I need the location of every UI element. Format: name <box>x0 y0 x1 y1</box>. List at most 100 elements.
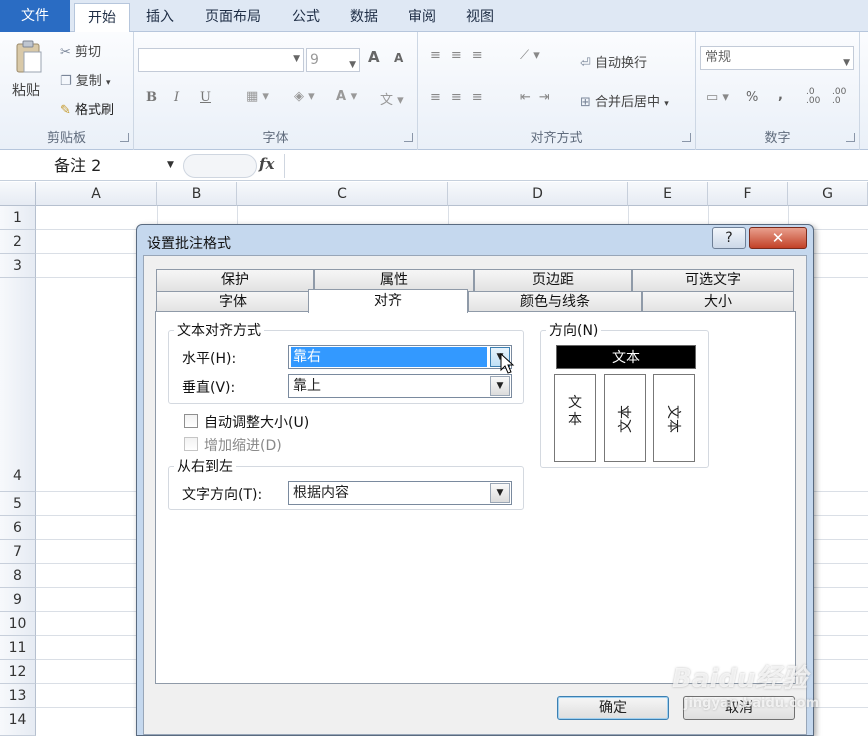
dialog-launcher-icon[interactable] <box>682 133 691 142</box>
shrink-font-button[interactable]: A <box>394 51 403 65</box>
ok-button[interactable]: 确定 <box>557 696 669 720</box>
dialog-launcher-icon[interactable] <box>120 133 129 142</box>
close-button[interactable]: ✕ <box>749 227 807 249</box>
name-box[interactable]: 备注 2 <box>0 154 180 178</box>
formula-input[interactable] <box>284 154 868 178</box>
tab-font[interactable]: 字体 <box>156 291 310 312</box>
tab-alignment[interactable]: 对齐 <box>308 289 468 313</box>
font-size-combo[interactable]: 9 ▼ <box>306 48 360 72</box>
font-name-combo[interactable]: ▼ <box>138 48 304 72</box>
row-header[interactable]: 14 <box>0 708 36 736</box>
column-header[interactable]: G <box>788 182 868 206</box>
tab-view[interactable]: 视图 <box>456 3 504 32</box>
add-indent-checkbox[interactable] <box>184 437 198 451</box>
row-header[interactable]: 4 <box>0 278 36 492</box>
orientation-icon[interactable]: ⟋ ▾ <box>520 48 540 63</box>
font-color-icon[interactable]: A ▾ <box>336 89 357 104</box>
text-alignment-legend: 文本对齐方式 <box>174 320 264 340</box>
row-header[interactable]: 12 <box>0 660 36 684</box>
paste-icon[interactable] <box>14 40 44 74</box>
underline-button[interactable]: U <box>200 90 211 105</box>
dialog-launcher-icon[interactable] <box>404 133 413 142</box>
row-header[interactable]: 6 <box>0 516 36 540</box>
tab-review[interactable]: 审阅 <box>398 3 446 32</box>
wrap-text-button[interactable]: ⏎ 自动换行 <box>580 52 647 71</box>
format-painter-button[interactable]: ✎ 格式刷 <box>60 99 114 118</box>
column-header[interactable]: B <box>157 182 237 206</box>
chevron-down-icon[interactable]: ▼ <box>490 483 510 503</box>
insert-function-button[interactable]: fx <box>259 155 274 173</box>
horizontal-align-icons[interactable]: ≡≡≡ <box>430 90 493 105</box>
tab-protection[interactable]: 保护 <box>156 269 314 291</box>
grow-font-button[interactable]: A <box>368 48 380 66</box>
number-format-combo[interactable]: 常规 ▼ <box>700 46 854 70</box>
orientation-rotate-down-text: 文本 <box>665 405 681 433</box>
vertical-align-icons[interactable]: ≡≡≡ <box>430 48 493 63</box>
column-header[interactable]: F <box>708 182 788 206</box>
orientation-rotate-up-option[interactable]: 文本 <box>604 374 646 462</box>
column-header[interactable]: D <box>448 182 628 206</box>
row-header[interactable]: 10 <box>0 612 36 636</box>
chevron-down-icon: ▼ <box>843 58 850 68</box>
tab-margins[interactable]: 页边距 <box>474 269 632 291</box>
chevron-down-icon[interactable]: ▼ <box>490 376 510 396</box>
help-button[interactable]: ? <box>712 227 746 249</box>
row-header[interactable]: 11 <box>0 636 36 660</box>
vertical-value: 靠上 <box>293 378 321 394</box>
bold-button[interactable]: B <box>146 90 157 105</box>
orientation-vertical-option[interactable]: 文本 <box>554 374 596 462</box>
row-header[interactable]: 5 <box>0 492 36 516</box>
mouse-cursor-icon <box>500 352 516 375</box>
tab-data[interactable]: 数据 <box>340 3 388 32</box>
font-size-value: 9 <box>310 52 319 68</box>
fill-color-icon[interactable]: ◈ ▾ <box>294 89 315 104</box>
row-header[interactable]: 9 <box>0 588 36 612</box>
row-header[interactable]: 3 <box>0 254 36 278</box>
horizontal-select[interactable]: 靠右 ▼ <box>288 345 512 369</box>
auto-size-label[interactable]: 自动调整大小(U) <box>204 412 309 432</box>
phonetic-icon[interactable]: 文 ▾ <box>380 89 404 108</box>
orientation-rotate-down-option[interactable]: 文本 <box>653 374 695 462</box>
row-header[interactable]: 7 <box>0 540 36 564</box>
border-icon[interactable]: ▦ ▾ <box>246 89 269 104</box>
increase-decimal-button[interactable]: .0 .00 <box>806 88 826 106</box>
tab-insert[interactable]: 插入 <box>136 3 184 32</box>
tab-page-layout[interactable]: 页面布局 <box>194 3 272 32</box>
decrease-decimal-button[interactable]: .00 .0 <box>832 88 852 106</box>
alignment-group: ≡≡≡ ⟋ ▾ ⏎ 自动换行 ≡≡≡ ⇤⇥ ⊞ 合并后居中 ▾ 对齐方式 <box>418 32 696 150</box>
italic-button[interactable]: I <box>174 90 179 105</box>
orientation-horizontal-option[interactable]: 文本 <box>556 345 696 369</box>
indent-icons[interactable]: ⇤⇥ <box>520 90 558 105</box>
horizontal-label: 水平(H): <box>182 351 237 367</box>
select-all-corner[interactable] <box>0 182 36 206</box>
tab-home[interactable]: 开始 <box>74 3 130 33</box>
tab-alt-text[interactable]: 可选文字 <box>632 269 794 291</box>
text-direction-select[interactable]: 根据内容 ▼ <box>288 481 512 505</box>
wrap-text-icon: ⏎ <box>580 56 591 71</box>
column-header[interactable]: A <box>36 182 157 206</box>
wrap-text-label: 自动换行 <box>595 56 648 71</box>
tab-properties[interactable]: 属性 <box>314 269 474 291</box>
percent-button[interactable]: % <box>746 90 758 105</box>
font-group: ▼ 9 ▼ A A B I U ▦ ▾ ◈ ▾ A ▾ 文 ▾ 字体 <box>134 32 418 150</box>
row-header[interactable]: 1 <box>0 206 36 230</box>
row-header[interactable]: 8 <box>0 564 36 588</box>
currency-icon[interactable]: ▭ ▾ <box>706 90 729 105</box>
tab-colors-lines[interactable]: 颜色与线条 <box>468 291 642 312</box>
column-header[interactable]: C <box>237 182 448 206</box>
row-header[interactable]: 13 <box>0 684 36 708</box>
chevron-down-icon[interactable]: ▼ <box>167 160 174 170</box>
vertical-select[interactable]: 靠上 ▼ <box>288 374 512 398</box>
comma-button[interactable]: , <box>778 88 783 103</box>
column-header[interactable]: E <box>628 182 708 206</box>
paste-button[interactable]: 粘贴 <box>12 80 40 100</box>
tab-file[interactable]: 文件 <box>0 0 70 32</box>
dialog-launcher-icon[interactable] <box>846 133 855 142</box>
auto-size-checkbox[interactable] <box>184 414 198 428</box>
row-header[interactable]: 2 <box>0 230 36 254</box>
tab-formulas[interactable]: 公式 <box>282 3 330 32</box>
cut-button[interactable]: ✂ 剪切 <box>60 41 101 60</box>
tab-size[interactable]: 大小 <box>642 291 794 312</box>
merge-center-button[interactable]: ⊞ 合并后居中 ▾ <box>580 91 669 110</box>
copy-button[interactable]: ❐ 复制 ▾ <box>60 70 110 89</box>
